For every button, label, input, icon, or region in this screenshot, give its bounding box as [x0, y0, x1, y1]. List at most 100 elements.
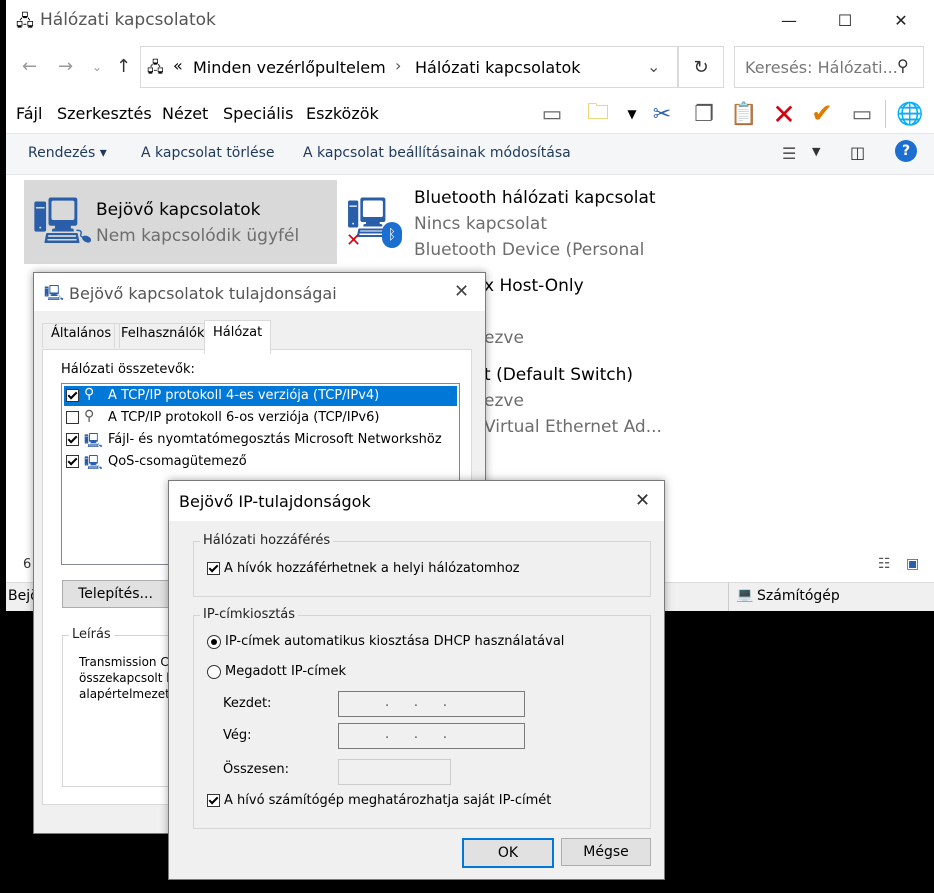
list-item-ipv4[interactable]: ⚲ A TCP/IP protokoll 4-es verziója (TCP/…	[64, 386, 457, 406]
ipv6-label: A TCP/IP protokoll 6-os verziója (TCP/IP…	[108, 410, 380, 425]
item-title: Bluetooth hálózati kapcsolat	[414, 188, 656, 208]
folders-dropdown-icon[interactable]: ▼	[618, 100, 646, 128]
folders-icon[interactable]: 🗀	[584, 100, 612, 128]
item-status: ezve	[484, 391, 524, 411]
access-checkbox-label: A hívók hozzáférhetnek a helyi hálózatom…	[224, 561, 520, 576]
minimize-button[interactable]: —	[766, 4, 812, 36]
tiles-view-icon[interactable]: ▣	[906, 556, 919, 572]
computer-small-icon: 💻	[736, 587, 754, 603]
cancel-button[interactable]: Mégse	[561, 838, 651, 866]
search-placeholder: Keresés: Hálózati...	[745, 58, 898, 77]
ipv4-checkbox[interactable]	[66, 389, 79, 402]
properties-title-bar: 🖳 Bejövő kapcsolatok tulajdonságai ✕	[34, 273, 485, 311]
item-title-default-switch[interactable]: t (Default Switch)	[484, 365, 633, 385]
tab-network[interactable]: Hálózat	[204, 320, 272, 354]
ip-assignment-label: IP-címkiosztás	[200, 607, 299, 622]
cut-icon[interactable]: ✂	[648, 100, 676, 128]
description-text: alapértelmezett	[79, 687, 175, 701]
preview-pane-icon[interactable]: ▭	[538, 100, 566, 128]
command-bar: Rendezés ▾ A kapcsolat törlése A kapcsol…	[6, 133, 934, 175]
ipv6-checkbox[interactable]	[66, 411, 79, 424]
recent-chevron-icon[interactable]: ⌄	[92, 60, 102, 74]
forward-arrow-icon[interactable]: →	[58, 56, 73, 77]
close-button[interactable]: ✕	[878, 4, 924, 36]
disconnected-x-icon: ✕	[346, 230, 362, 251]
maximize-button[interactable]: ☐	[822, 4, 868, 36]
menu-advanced[interactable]: Speciális	[223, 104, 293, 123]
ok-button[interactable]: OK	[462, 838, 554, 868]
qos-label: QoS-csomagütemező	[108, 454, 247, 469]
tab-users[interactable]: Felhasználók	[114, 323, 212, 348]
description-text: összekapcsolt h	[79, 671, 174, 685]
details-view-icon[interactable]: ☷	[878, 556, 891, 572]
breadcrumb-control-panel[interactable]: Minden vezérlőpultelem	[193, 58, 386, 77]
item-count: 6	[23, 557, 32, 572]
manual-radio[interactable]	[207, 664, 221, 679]
change-settings-button[interactable]: A kapcsolat beállításainak módosítása	[303, 145, 571, 161]
up-arrow-icon[interactable]: ↑	[116, 56, 131, 77]
menu-view[interactable]: Nézet	[162, 104, 208, 123]
address-row: ← → ⌄ ↑ 🖧 « Minden vezérlőpultelem › Hál…	[6, 44, 934, 90]
delete-icon[interactable]: ✕	[770, 98, 798, 131]
organize-button[interactable]: Rendezés ▾	[28, 145, 107, 161]
service-icon: 🖳	[84, 433, 103, 449]
start-ip-field[interactable]: . . .	[338, 691, 525, 717]
status-computer: Számítógép	[757, 588, 840, 604]
dhcp-radio[interactable]	[207, 634, 221, 649]
install-button[interactable]: Telepítés...	[62, 580, 169, 608]
tab-general[interactable]: Általános	[42, 323, 121, 348]
menu-tools[interactable]: Eszközök	[306, 104, 379, 123]
help-icon[interactable]: ?	[895, 140, 917, 162]
properties-check-icon[interactable]: ✔	[808, 99, 836, 129]
access-checkbox-row[interactable]: A hívók hozzáférhetnek a helyi hálózatom…	[207, 561, 520, 576]
client-ip-checkbox-row[interactable]: A hívó számítógép meghatározhatja saját …	[207, 793, 551, 808]
menu-edit[interactable]: Szerkesztés	[57, 104, 152, 123]
globe-icon[interactable]: 🌐	[896, 100, 924, 128]
qos-checkbox[interactable]	[66, 455, 79, 468]
breadcrumb-separator[interactable]: ›	[395, 56, 401, 75]
start-ip-label: Kezdet:	[223, 696, 272, 711]
dhcp-radio-label: IP-címek automatikus kiosztása DHCP hasz…	[225, 634, 565, 649]
computer-icon: 🖳	[44, 284, 65, 302]
close-icon[interactable]: ✕	[635, 490, 650, 511]
protocol-icon: ⚲	[84, 408, 95, 424]
list-item-file-sharing[interactable]: 🖳 Fájl- és nyomtatómegosztás Microsoft N…	[64, 430, 457, 450]
item-title: Bejövő kapcsolatok	[96, 200, 261, 220]
breadcrumb-network[interactable]: Hálózati kapcsolatok	[415, 58, 581, 77]
address-bar[interactable]: 🖧 « Minden vezérlőpultelem › Hálózati ka…	[140, 46, 678, 88]
access-group-label: Hálózati hozzáférés	[200, 533, 334, 548]
client-ip-checkbox[interactable]	[207, 794, 220, 807]
ip-dialog-title: Bejövő IP-tulajdonságok	[179, 492, 371, 511]
overflow-marker[interactable]: «	[173, 56, 183, 75]
search-input[interactable]: Keresés: Hálózati... ⚲	[734, 46, 924, 88]
manual-radio-row[interactable]: Megadott IP-címek	[207, 664, 346, 679]
dhcp-radio-row[interactable]: IP-címek automatikus kiosztása DHCP hasz…	[207, 634, 564, 649]
address-dropdown-icon[interactable]: ⌄	[647, 57, 660, 76]
end-ip-field[interactable]: . . .	[338, 723, 525, 749]
list-item-qos[interactable]: 🖳 QoS-csomagütemező	[64, 452, 457, 472]
bluetooth-icon: ᛒ	[382, 222, 402, 248]
close-icon[interactable]: ✕	[454, 281, 469, 302]
refresh-button[interactable]: ↻	[678, 46, 724, 88]
search-icon[interactable]: ⚲	[897, 56, 909, 75]
view-dropdown-icon[interactable]: ▼	[812, 145, 820, 158]
list-item-ipv6[interactable]: ⚲ A TCP/IP protokoll 6-os verziója (TCP/…	[64, 408, 457, 428]
components-label: Hálózati összetevők:	[61, 362, 195, 377]
status-divider	[728, 583, 729, 611]
rename-icon[interactable]: ▭	[848, 100, 876, 128]
list-item-bluetooth[interactable]: 🖳 ✕ ᛒ Bluetooth hálózati kapcsolat Nincs…	[344, 180, 664, 280]
ip-title-bar: Bejövő IP-tulajdonságok ✕	[169, 481, 664, 521]
item-device: Virtual Ethernet Ad...	[484, 417, 662, 437]
view-options-icon[interactable]: ☰	[782, 144, 796, 163]
delete-connection-button[interactable]: A kapcsolat törlése	[141, 145, 275, 161]
file-sharing-checkbox[interactable]	[66, 433, 79, 446]
paste-icon[interactable]: 📋	[730, 100, 758, 128]
copy-icon[interactable]: ❐	[690, 100, 718, 128]
menu-file[interactable]: Fájl	[16, 104, 42, 123]
preview-pane-toggle-icon[interactable]: ◫	[850, 143, 865, 162]
item-title-virtualbox[interactable]: x Host-Only	[484, 276, 584, 296]
item-status: Nincs kapcsolat	[414, 214, 547, 234]
list-item-incoming[interactable]: 🖳 Bejövő kapcsolatok Nem kapcsolódik ügy…	[24, 180, 337, 264]
back-arrow-icon[interactable]: ←	[22, 56, 37, 77]
access-checkbox[interactable]	[207, 562, 220, 575]
